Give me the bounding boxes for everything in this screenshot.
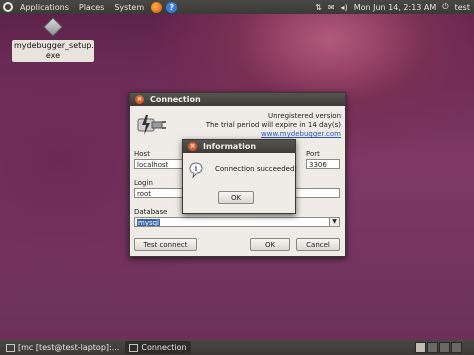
places-menu[interactable]: Places — [76, 3, 107, 12]
applications-menu[interactable]: Applications — [17, 3, 72, 12]
firefox-icon[interactable] — [151, 1, 163, 13]
test-connect-button[interactable]: Test connect — [134, 238, 197, 251]
license-info: Unregistered version The trial period wi… — [206, 112, 341, 139]
information-dialog: × Information i Connection succeeded! OK — [182, 139, 298, 214]
trial-text: The trial period will expire in 14 day(s… — [205, 121, 341, 129]
dialog-title: Information — [203, 142, 257, 151]
information-titlebar[interactable]: × Information — [183, 140, 295, 153]
bottom-panel: [mc [test@test-laptop]:... Connection — [0, 340, 474, 355]
workspace-1[interactable] — [415, 342, 426, 353]
login-label: Login — [134, 179, 153, 187]
workspace-switcher[interactable] — [415, 342, 474, 353]
top-panel: Applications Places System ? ⇅ ✉ ◂) Mon … — [0, 0, 474, 14]
plug-icon — [137, 115, 166, 135]
database-combobox[interactable]: mysql ▼ — [134, 217, 340, 227]
system-tray: ⇅ ✉ ◂) Mon Jun 14, 2:13 AM ⏻ test — [315, 2, 474, 12]
mail-icon[interactable]: ✉ — [328, 3, 335, 12]
workspace-4[interactable] — [451, 342, 462, 353]
website-link[interactable]: www.mydebugger.com — [206, 130, 341, 139]
ubuntu-logo-icon[interactable] — [3, 2, 13, 12]
network-icon[interactable]: ⇅ — [315, 3, 322, 12]
desktop-file-icon[interactable]: mydebugger_setup. exe — [12, 17, 94, 62]
svg-text:i: i — [195, 164, 198, 173]
info-ok-button[interactable]: OK — [218, 191, 254, 204]
database-label: Database — [134, 208, 168, 216]
close-icon[interactable]: × — [135, 95, 144, 104]
unregistered-text: Unregistered version — [267, 112, 341, 120]
installer-icon — [43, 17, 63, 37]
desktop-icon-label: mydebugger_setup. exe — [12, 40, 94, 62]
taskbar-item-label: [mc [test@test-laptop]:... — [18, 343, 120, 352]
connection-titlebar[interactable]: × Connection — [130, 93, 345, 106]
taskbar-item-label: Connection — [141, 343, 187, 352]
port-label: Port — [306, 150, 320, 158]
info-message: Connection succeeded! — [215, 165, 298, 173]
window-icon — [129, 343, 139, 352]
help-icon[interactable]: ? — [166, 1, 178, 13]
chevron-down-icon[interactable]: ▼ — [329, 218, 339, 226]
port-input[interactable]: 3306 — [306, 159, 340, 169]
system-menu[interactable]: System — [111, 3, 147, 12]
terminal-icon — [6, 343, 15, 352]
clock[interactable]: Mon Jun 14, 2:13 AM — [354, 3, 437, 12]
volume-icon[interactable]: ◂) — [341, 3, 348, 12]
cancel-button[interactable]: Cancel — [296, 238, 340, 251]
database-value: mysql — [137, 219, 160, 227]
taskbar-item-connection[interactable]: Connection — [125, 341, 191, 354]
window-title: Connection — [150, 95, 201, 104]
taskbar-item-terminal[interactable]: [mc [test@test-laptop]:... — [2, 341, 123, 354]
info-icon: i — [189, 162, 203, 178]
ok-button[interactable]: OK — [250, 238, 290, 251]
power-icon[interactable]: ⏻ — [442, 2, 448, 12]
host-label: Host — [134, 150, 150, 158]
workspace-2[interactable] — [427, 342, 438, 353]
workspace-3[interactable] — [439, 342, 450, 353]
user-name[interactable]: test — [455, 3, 470, 12]
close-icon[interactable]: × — [188, 142, 197, 151]
